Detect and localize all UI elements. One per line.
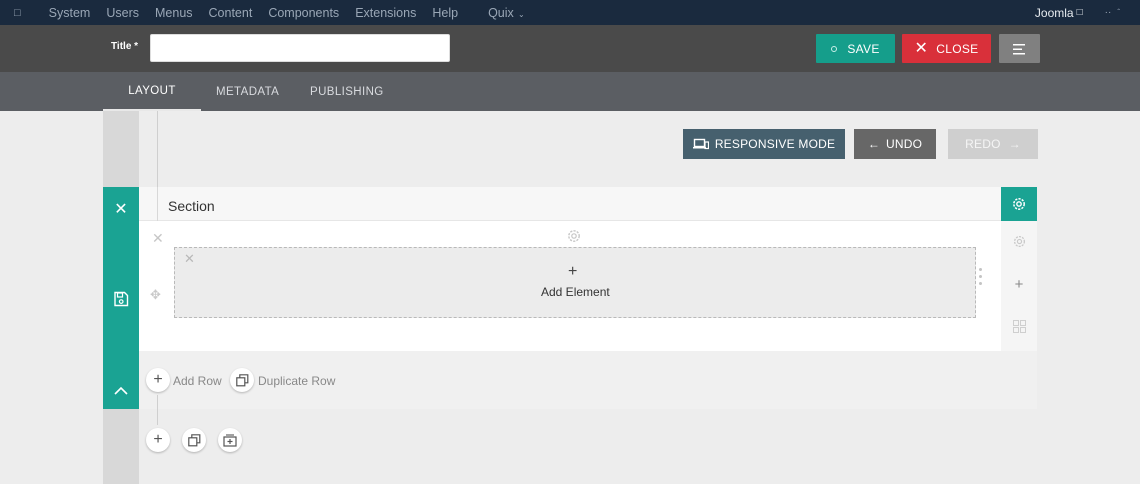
rail-divider xyxy=(157,395,158,425)
save-icon xyxy=(831,45,838,52)
menu-quix[interactable]: Quix ⌄ xyxy=(488,6,525,20)
section-settings-button[interactable] xyxy=(1001,187,1037,221)
menu-extensions[interactable]: Extensions xyxy=(355,6,416,20)
responsive-mode-label: RESPONSIVE MODE xyxy=(714,137,836,151)
menu-menus[interactable]: Menus xyxy=(155,6,193,20)
chevron-down-icon: ⌄ xyxy=(515,9,525,19)
close-icon: ✕ xyxy=(114,201,128,218)
undo-label: UNDO xyxy=(886,137,923,151)
arrow-left-icon: ← xyxy=(867,137,881,151)
copy-icon xyxy=(235,373,248,386)
floppy-disk-icon xyxy=(114,291,129,307)
duplicate-row-icon[interactable] xyxy=(230,368,254,392)
row-settings-icon[interactable] xyxy=(566,228,582,247)
rail-divider xyxy=(157,111,158,187)
admin-menubar: □ System Users Menus Content Components … xyxy=(0,0,1140,25)
add-column-button[interactable]: + xyxy=(1001,276,1037,293)
add-row-icon[interactable]: + xyxy=(146,368,170,392)
menu-content[interactable]: Content xyxy=(209,6,253,20)
add-template-button[interactable] xyxy=(218,428,242,452)
close-button[interactable]: ✕ CLOSE xyxy=(902,34,991,63)
arrow-right-icon: → xyxy=(1008,137,1021,151)
layout-add-icon xyxy=(223,434,237,447)
plus-icon[interactable]: + xyxy=(568,263,577,281)
menu-help[interactable]: Help xyxy=(432,6,458,20)
save-button-label: SAVE xyxy=(847,41,880,56)
menubar-right: Joomla □ ·· ˆ xyxy=(1035,0,1120,25)
section-controls: ✕ xyxy=(103,187,139,409)
add-element-button[interactable]: Add Element xyxy=(541,285,610,299)
add-section-button[interactable]: + xyxy=(146,428,170,452)
remove-row-icon[interactable]: ✕ xyxy=(152,230,164,247)
plus-icon: + xyxy=(153,431,163,448)
remove-section-button[interactable]: ✕ xyxy=(103,191,139,227)
remove-column-icon[interactable]: ✕ xyxy=(184,251,195,267)
column-layout-button[interactable] xyxy=(1001,320,1037,333)
column-resize-handle[interactable] xyxy=(979,268,985,289)
devices-icon xyxy=(692,138,709,150)
add-row-button[interactable]: Add Row xyxy=(173,374,222,388)
gear-icon xyxy=(1013,198,1025,210)
title-input[interactable] xyxy=(150,34,450,62)
site-link[interactable]: Joomla xyxy=(1035,6,1074,20)
menu-quix-label: Quix xyxy=(488,5,514,20)
gear-icon xyxy=(568,230,580,242)
close-button-label: CLOSE xyxy=(936,41,979,56)
duplicate-section-button[interactable] xyxy=(182,428,206,452)
duplicate-row-button[interactable]: Duplicate Row xyxy=(258,374,335,388)
copy-icon xyxy=(187,433,200,446)
section-title: Section xyxy=(168,198,215,214)
section-header-divider xyxy=(157,187,158,221)
tab-metadata[interactable]: METADATA xyxy=(216,72,279,111)
grid-icon xyxy=(1012,320,1026,333)
user-menu[interactable]: ·· xyxy=(1105,7,1112,18)
menu-components[interactable]: Components xyxy=(268,6,339,20)
editor-toolbar: Title * SAVE ✕ CLOSE xyxy=(0,25,1140,72)
column-dropzone[interactable] xyxy=(174,247,976,318)
plus-icon: + xyxy=(1014,276,1024,293)
chevron-up-icon[interactable]: ˆ xyxy=(1117,8,1120,17)
title-label: Title * xyxy=(111,41,139,52)
save-button[interactable]: SAVE xyxy=(816,34,895,63)
menu-toggle-button[interactable] xyxy=(999,34,1040,63)
editor-tabs: LAYOUT METADATA PUBLISHING xyxy=(0,72,1140,111)
close-icon: ✕ xyxy=(914,39,929,57)
chevron-up-icon xyxy=(114,386,128,395)
hamburger-icon xyxy=(1012,43,1025,54)
menu-system[interactable]: System xyxy=(49,6,91,20)
tab-publishing[interactable]: PUBLISHING xyxy=(310,72,384,111)
move-icon[interactable]: ✥ xyxy=(150,287,161,303)
row-settings-button[interactable] xyxy=(1001,234,1037,249)
undo-button[interactable]: ← UNDO xyxy=(854,129,936,159)
tab-layout[interactable]: LAYOUT xyxy=(103,72,201,111)
gear-icon xyxy=(1013,235,1025,248)
joomla-logo-icon[interactable]: □ xyxy=(14,7,21,19)
section-header xyxy=(139,187,1001,221)
collapse-section-button[interactable] xyxy=(103,373,139,409)
redo-label: REDO xyxy=(965,137,1001,151)
external-link-icon: □ xyxy=(1076,7,1083,18)
save-section-button[interactable] xyxy=(103,281,139,317)
responsive-mode-button[interactable]: RESPONSIVE MODE xyxy=(683,129,845,159)
menu-users[interactable]: Users xyxy=(106,6,139,20)
redo-button[interactable]: REDO → xyxy=(948,129,1038,159)
